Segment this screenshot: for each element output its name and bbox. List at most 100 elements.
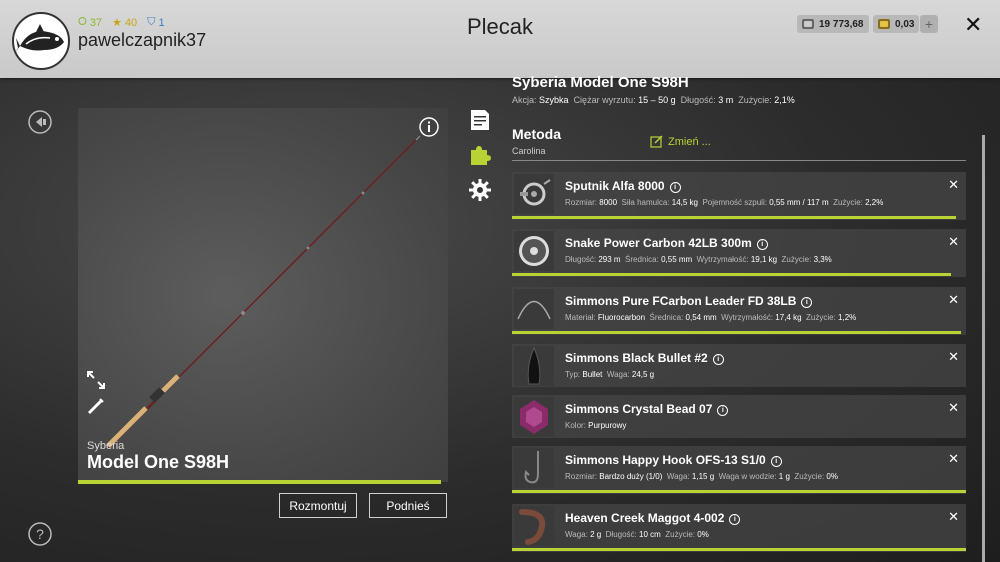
back-icon[interactable] xyxy=(28,110,52,134)
item-name: Simmons Crystal Bead 07 i xyxy=(565,402,729,416)
remove-icon[interactable]: ✕ xyxy=(948,349,959,365)
help-icon[interactable]: ? xyxy=(28,522,52,546)
divider xyxy=(512,160,966,161)
tackle-item[interactable]: Sputnik Alfa 8000 i Rozmiar: 8000 Siła ha… xyxy=(512,172,966,220)
condition-bar xyxy=(512,273,952,276)
line-spool-icon xyxy=(514,231,554,271)
change-method-button[interactable]: Zmień ... xyxy=(650,135,711,148)
tackle-item[interactable]: Simmons Happy Hook OFS-13 S1/0 i Rozmiar:… xyxy=(512,446,966,494)
prop-label: Waga: xyxy=(606,370,630,379)
prop-value: Bardzo duży (1/0) xyxy=(599,472,663,481)
prop-label: Zużycie: xyxy=(794,472,825,481)
prop-label: Waga w wodzie: xyxy=(718,472,777,481)
prop-value: 3 m xyxy=(718,95,734,105)
prop-label: Zużycie: xyxy=(781,255,812,264)
info-icon[interactable]: i xyxy=(669,182,681,193)
prop-label: Długość: xyxy=(680,95,716,105)
edit-icon[interactable] xyxy=(85,395,107,417)
remove-icon[interactable]: ✕ xyxy=(948,400,959,416)
add-currency-button[interactable]: + xyxy=(920,15,938,33)
bead-icon xyxy=(514,397,554,437)
prop-value: Bullet xyxy=(582,370,603,379)
edit-icon xyxy=(650,135,663,148)
prop-label: Wytrzymałość: xyxy=(696,255,749,264)
prop-label: Zużycie: xyxy=(738,95,772,105)
info-icon[interactable]: i xyxy=(729,514,741,525)
prop-value: 3,3% xyxy=(813,255,832,264)
prop-value: 2,2% xyxy=(865,198,884,207)
remove-icon[interactable]: ✕ xyxy=(948,234,959,250)
prop-value: 0% xyxy=(826,472,838,481)
prop-label: Waga: xyxy=(565,530,588,539)
item-props: Długość: 293 m Średnica: 0,55 mm Wytrzym… xyxy=(565,255,832,264)
expand-icon[interactable] xyxy=(85,369,107,391)
tackle-item[interactable]: Snake Power Carbon 42LB 300m i Długość: 2… xyxy=(512,229,966,277)
item-name-text: Simmons Happy Hook OFS-13 S1/0 xyxy=(565,453,766,467)
close-icon[interactable]: ✕ xyxy=(964,12,982,38)
prop-value: 0,54 mm xyxy=(685,313,717,322)
item-props: Typ: Bullet Waga: 24,5 g xyxy=(565,370,654,379)
remove-icon[interactable]: ✕ xyxy=(948,292,959,308)
info-icon[interactable]: i xyxy=(717,405,729,416)
prop-value: 17,4 kg xyxy=(775,313,802,322)
info-icon[interactable]: i xyxy=(770,456,782,467)
top-bar: ⭘ 37 ★ 40 ⛉ 1 pawelczapnik37 Plecak 19 7… xyxy=(0,0,1000,78)
tackle-item[interactable]: Simmons Black Bullet #2 i Typ: Bullet Wag… xyxy=(512,344,966,387)
prop-value: 8000 xyxy=(599,198,618,207)
remove-icon[interactable]: ✕ xyxy=(948,451,959,467)
prop-label: Rozmiar: xyxy=(565,472,598,481)
prop-label: Akcja: xyxy=(512,95,537,105)
info-icon[interactable]: i xyxy=(712,354,724,365)
svg-text:?: ? xyxy=(36,526,44,542)
rod-preview-panel[interactable] xyxy=(78,108,448,482)
prop-value: 1,15 g xyxy=(691,472,715,481)
gold-currency[interactable]: 0,03 xyxy=(873,15,920,33)
prop-label: Typ: xyxy=(565,370,581,379)
remove-icon[interactable]: ✕ xyxy=(948,509,959,525)
item-name: Simmons Happy Hook OFS-13 S1/0 i xyxy=(565,453,782,467)
description-tab-icon[interactable] xyxy=(468,108,492,132)
prop-label: Zużycie: xyxy=(806,313,836,322)
item-name: Simmons Black Bullet #2 i xyxy=(565,351,724,365)
prop-value: Purpurowy xyxy=(588,421,627,430)
item-name-text: Heaven Creek Maggot 4-002 xyxy=(565,511,725,525)
item-name: Simmons Pure FCarbon Leader FD 38LB i xyxy=(565,294,813,308)
rod-brand: Syberia xyxy=(87,440,125,452)
item-name-text: Simmons Pure FCarbon Leader FD 38LB xyxy=(565,294,797,308)
prop-value: 19,1 kg xyxy=(750,255,778,264)
condition-bar xyxy=(512,331,961,334)
prop-label: Waga: xyxy=(666,472,690,481)
prop-value: 14,5 kg xyxy=(671,198,699,207)
info-icon[interactable]: i xyxy=(756,239,768,250)
silver-currency[interactable]: 19 773,68 xyxy=(797,15,869,33)
info-icon[interactable] xyxy=(419,117,439,137)
prop-value: 15 – 50 g xyxy=(638,95,676,105)
bullet-sinker-icon xyxy=(514,346,554,386)
tackle-item[interactable]: Simmons Crystal Bead 07 i Kolor: Purpurow… xyxy=(512,395,966,438)
item-props: Rozmiar: 8000 Siła hamulca: 14,5 kg Poje… xyxy=(565,198,883,207)
item-name-text: Snake Power Carbon 42LB 300m xyxy=(565,236,752,250)
item-name: Sputnik Alfa 8000 i xyxy=(565,179,681,193)
condition-bar xyxy=(512,548,966,551)
rod-detail-name: Syberia Model One S98H xyxy=(512,74,689,91)
pickup-button[interactable]: Podnieś xyxy=(369,493,447,518)
puzzle-tab-icon[interactable] xyxy=(468,143,492,167)
scrollbar[interactable] xyxy=(982,135,985,562)
prop-label: Pojemność szpuli: xyxy=(702,198,767,207)
reel-icon xyxy=(514,174,554,214)
prop-value: Fluorocarbon xyxy=(597,313,646,322)
prop-value: 0,55 mm / 117 m xyxy=(769,198,829,207)
prop-label: Zużycie: xyxy=(665,530,696,539)
prop-value: 10 cm xyxy=(639,530,661,539)
dismount-button[interactable]: Rozmontuj xyxy=(279,493,357,518)
prop-value: 2 g xyxy=(590,530,602,539)
item-name-text: Simmons Black Bullet #2 xyxy=(565,351,708,365)
gold-coins-icon xyxy=(878,19,890,29)
prop-value: 1,2% xyxy=(838,313,857,322)
settings-tab-icon[interactable] xyxy=(468,178,492,202)
info-icon[interactable]: i xyxy=(801,297,813,308)
remove-icon[interactable]: ✕ xyxy=(948,177,959,193)
tackle-item[interactable]: Heaven Creek Maggot 4-002 i Waga: 2 g Dłu… xyxy=(512,504,966,552)
prop-value: 0% xyxy=(697,530,709,539)
tackle-item[interactable]: Simmons Pure FCarbon Leader FD 38LB i Mat… xyxy=(512,287,966,335)
